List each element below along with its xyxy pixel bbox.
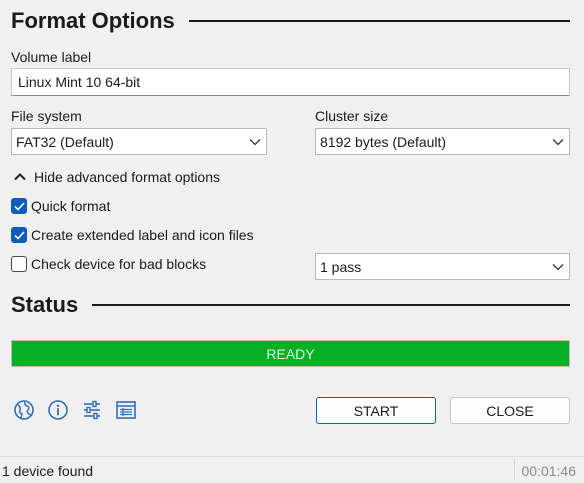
volume-label-input[interactable]: Linux Mint 10 64-bit xyxy=(11,68,570,96)
cluster-size-caption: Cluster size xyxy=(315,108,389,124)
status-bar-divider xyxy=(514,459,515,481)
format-options-header: Format Options xyxy=(11,8,570,34)
start-button[interactable]: START xyxy=(316,397,436,424)
bad-blocks-label: Check device for bad blocks xyxy=(31,256,207,272)
format-options-title: Format Options xyxy=(11,8,175,33)
volume-label-caption: Volume label xyxy=(11,49,92,65)
volume-label-value: Linux Mint 10 64-bit xyxy=(18,74,141,90)
extended-label-row[interactable]: Create extended label and icon files xyxy=(11,227,254,243)
bad-blocks-passes-select[interactable]: 1 pass xyxy=(315,253,570,280)
file-system-select[interactable]: FAT32 (Default) xyxy=(11,128,267,155)
cluster-size-value: 8192 bytes (Default) xyxy=(320,133,447,150)
chevron-down-icon xyxy=(547,263,569,271)
bad-blocks-checkbox[interactable] xyxy=(11,256,27,272)
bad-blocks-row[interactable]: Check device for bad blocks xyxy=(11,256,206,272)
extended-label-checkbox[interactable] xyxy=(11,227,27,243)
chevron-up-icon xyxy=(12,173,28,181)
header-divider xyxy=(188,20,570,22)
settings-sliders-icon[interactable] xyxy=(80,398,104,422)
close-button[interactable]: CLOSE xyxy=(450,397,570,424)
globe-icon[interactable] xyxy=(12,398,36,422)
info-icon[interactable] xyxy=(46,398,70,422)
progress-text: READY xyxy=(266,345,315,362)
device-count: 1 device found xyxy=(2,463,94,479)
file-system-value: FAT32 (Default) xyxy=(16,133,114,150)
chevron-down-icon xyxy=(547,138,569,146)
status-title: Status xyxy=(11,292,79,317)
log-icon[interactable] xyxy=(114,398,138,422)
advanced-options-toggle[interactable]: Hide advanced format options xyxy=(12,169,220,185)
elapsed-time: 00:01:46 xyxy=(521,463,577,479)
extended-label-label: Create extended label and icon files xyxy=(31,227,254,243)
status-progress-bar: READY xyxy=(11,340,570,367)
file-system-caption: File system xyxy=(11,108,82,124)
cluster-size-select[interactable]: 8192 bytes (Default) xyxy=(315,128,570,155)
status-header: Status xyxy=(11,292,570,318)
bad-blocks-passes-value: 1 pass xyxy=(320,258,362,275)
quick-format-label: Quick format xyxy=(31,198,111,214)
quick-format-checkbox[interactable] xyxy=(11,198,27,214)
status-bar: 1 device found 00:01:46 xyxy=(0,456,584,483)
chevron-down-icon xyxy=(244,138,266,146)
quick-format-row[interactable]: Quick format xyxy=(11,198,110,214)
header-divider xyxy=(92,304,570,306)
advanced-options-label: Hide advanced format options xyxy=(34,169,220,185)
